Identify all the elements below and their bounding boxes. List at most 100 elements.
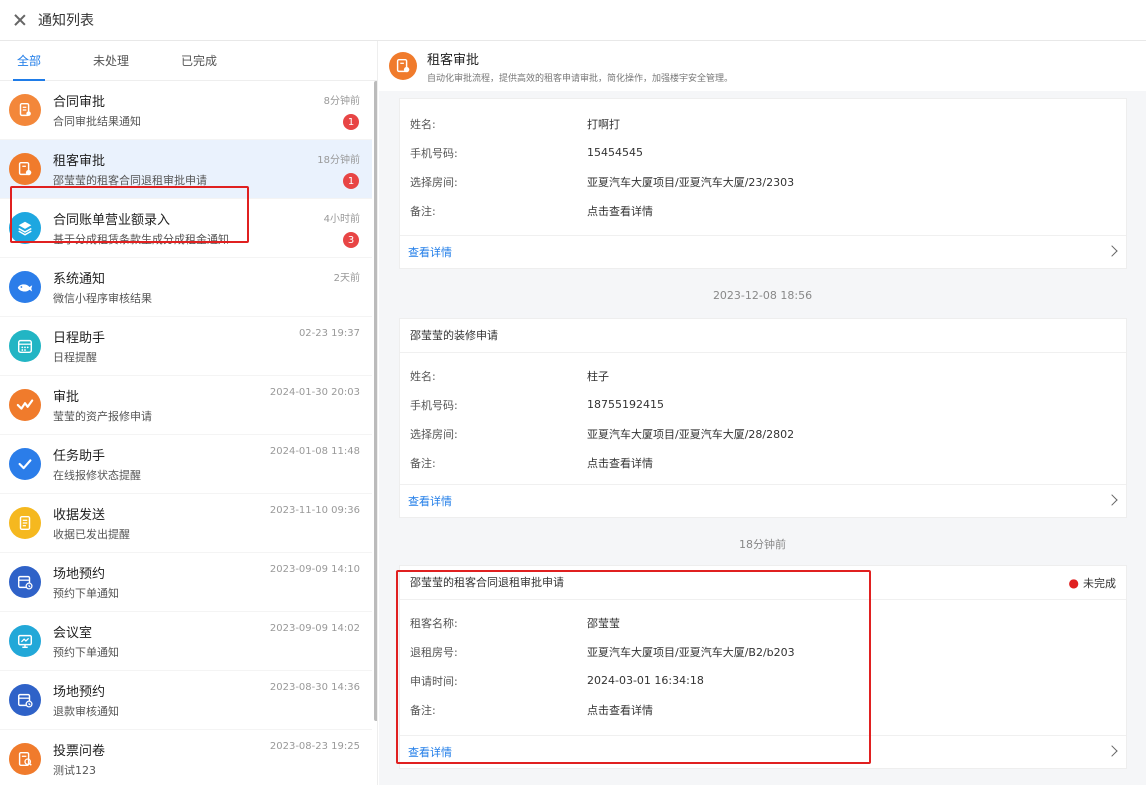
detail-row-value: 柱子 [587,369,609,383]
notification-time: 2023-08-30 14:36 [269,682,360,693]
whale-icon [9,271,41,303]
notification-item[interactable]: 会议室 预约下单通知 2023-09-09 14:02 [0,612,372,671]
detail-row-value: 15454545 [587,146,643,159]
card-title: 邵莹莹的装修申请 [400,319,1126,353]
notification-time: 2023-11-10 09:36 [269,505,360,516]
detail-panel: 租客审批 自动化审批流程，提供高效的租客申请审批，简化操作，加强楼宇安全管理。 … [379,41,1146,785]
notification-summary: 预约下单通知 [53,646,119,659]
survey-icon [9,743,41,775]
detail-row: 选择房间: 亚夏汽车大厦项目/亚夏汽车大厦/28/2802 [400,419,1126,448]
notification-title: 租客审批 [53,154,106,169]
detail-row: 姓名: 打啊打 [400,109,1126,138]
chevron-right-icon[interactable] [1106,245,1118,257]
notification-summary: 日程提醒 [53,351,97,364]
calendar-icon [9,330,41,362]
notification-item[interactable]: 场地预约 预约下单通知 2023-09-09 14:10 [0,553,372,612]
receipt-icon [9,507,41,539]
status-dot-icon: ● [1068,576,1079,590]
notification-item[interactable]: 合同审批 合同审批结果通知 8分钟前 1 [0,81,372,140]
detail-row-label: 选择房间: [410,427,458,441]
detail-row-label: 姓名: [410,117,436,131]
notification-time: 2023-08-23 19:25 [269,741,360,752]
close-icon[interactable] [12,12,28,28]
notification-time: 2023-09-09 14:10 [269,564,360,575]
notification-summary: 测试123 [53,764,96,777]
detail-row-value: 18755192415 [587,398,664,411]
notification-time: 18分钟前 [317,155,360,166]
detail-row-label: 备注: [410,456,436,470]
notification-time: 2024-01-08 11:48 [269,446,360,457]
highlight-box [396,570,871,764]
notification-summary: 预约下单通知 [53,587,119,600]
tenant-icon [9,153,41,185]
chevron-right-icon[interactable] [1106,745,1118,757]
notification-item[interactable]: 任务助手 在线报修状态提醒 2024-01-08 11:48 [0,435,372,494]
notification-time: 2天前 [333,273,360,284]
notification-panel: 全部 未处理 已完成 合同审批 合同审批结果通知 8分钟前 1 租客审批 邵莹莹的租客合同… [0,41,378,785]
check-icon [9,448,41,480]
detail-row: 手机号码: 18755192415 [400,390,1126,419]
detail-row-value: 点击查看详情 [587,456,653,470]
notification-time: 2023-09-09 14:02 [269,623,360,634]
notification-summary: 退款审核通知 [53,705,119,718]
highlight-box [10,186,249,243]
detail-row: 姓名: 柱子 [400,361,1126,390]
message-timestamp: 2023-12-08 18:56 [712,289,813,302]
chevron-right-icon[interactable] [1106,494,1118,506]
notification-title: 合同审批 [53,95,106,110]
unread-badge: 3 [343,232,359,248]
window-titlebar: 通知列表 [0,0,1146,41]
notification-item[interactable]: 系统通知 微信小程序审核结果 2天前 [0,258,372,317]
notification-item[interactable]: 审批 莹莹的资产报修申请 2024-01-30 20:03 [0,376,372,435]
notification-title: 系统通知 [53,272,106,287]
message-card: 姓名: 打啊打手机号码: 15454545 选择房间: 亚夏汽车大厦项目/亚夏汽车大厦/… [399,98,1127,269]
tab-all[interactable]: 全部 [12,41,46,81]
detail-row-value: 点击查看详情 [587,204,653,218]
message-timestamp: 18分钟前 [739,538,786,551]
detail-title: 租客审批 [427,52,480,68]
detail-subtitle: 自动化审批流程，提供高效的租客申请审批，简化操作，加强楼宇安全管理。 [427,73,734,84]
detail-row-label: 选择房间: [410,175,458,189]
tenant-icon [389,52,417,80]
detail-row: 选择房间: 亚夏汽车大厦项目/亚夏汽车大厦/23/2303 [400,167,1126,196]
notification-summary: 收据已发出提醒 [53,528,130,541]
detail-row-label: 手机号码: [410,146,458,160]
status-text: 未完成 [1083,577,1116,590]
card-title-text: 邵莹莹的装修申请 [410,329,498,342]
detail-row: 手机号码: 15454545 [400,138,1126,167]
unread-badge: 1 [343,173,359,189]
notification-time: 2024-01-30 20:03 [269,387,360,398]
detail-row-label: 姓名: [410,369,436,383]
notification-item[interactable]: 投票问卷 测试123 2023-08-23 19:25 [0,730,372,785]
detail-row-label: 手机号码: [410,398,458,412]
notification-item[interactable]: 场地预约 退款审核通知 2023-08-30 14:36 [0,671,372,730]
status-badge: ● 未完成 [1069,566,1116,601]
notification-summary: 莹莹的资产报修申请 [53,410,152,423]
tab-pending[interactable]: 未处理 [93,41,129,81]
detail-row-value: 打啊打 [587,117,620,131]
view-details-label[interactable]: 查看详情 [408,244,452,260]
notification-summary: 合同审批结果通知 [53,115,141,128]
window-title: 通知列表 [38,13,94,29]
venue-icon [9,684,41,716]
message-card: 邵莹莹的装修申请 姓名: 柱子手机号码: 18755192415 选择房间: 亚夏汽车大厦… [399,318,1127,518]
tab-completed[interactable]: 已完成 [181,41,217,81]
meeting-icon [9,625,41,657]
notification-time: 02-23 19:37 [298,328,360,339]
detail-row-label: 备注: [410,204,436,218]
unread-badge: 1 [343,114,359,130]
notification-time: 4小时前 [323,214,360,225]
filter-tabs: 全部 未处理 已完成 [0,41,377,81]
notification-item[interactable]: 日程助手 日程提醒 02-23 19:37 [0,317,372,376]
notification-summary: 在线报修状态提醒 [53,469,141,482]
detail-row: 备注: 点击查看详情 [400,196,1126,225]
document-icon [9,94,41,126]
notification-item[interactable]: 收据发送 收据已发出提醒 2023-11-10 09:36 [0,494,372,553]
view-details-label[interactable]: 查看详情 [408,493,452,509]
view-details-link[interactable]: 查看详情 [400,484,1126,517]
detail-row: 备注: 点击查看详情 [400,448,1126,477]
view-details-link[interactable]: 查看详情 [400,235,1126,268]
detail-row-value: 亚夏汽车大厦项目/亚夏汽车大厦/28/2802 [587,427,795,441]
list-scrollbar[interactable] [374,81,377,721]
detail-header: 租客审批 自动化审批流程，提供高效的租客申请审批，简化操作，加强楼宇安全管理。 [379,41,1146,91]
